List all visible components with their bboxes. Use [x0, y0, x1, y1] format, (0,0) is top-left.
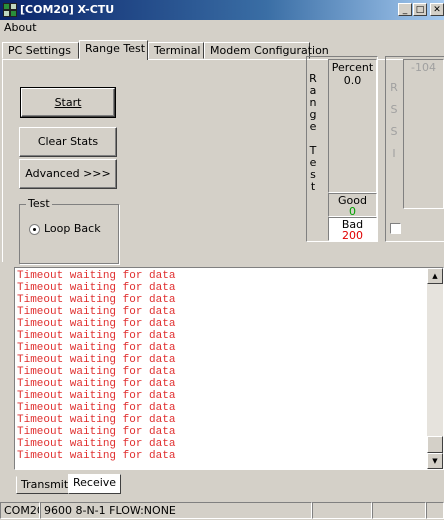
close-button[interactable]: ✕: [430, 3, 444, 16]
tab-transmit[interactable]: Transmit: [16, 476, 74, 494]
good-value: 0: [349, 205, 356, 218]
test-groupbox: Test Loop Back: [19, 197, 119, 264]
loop-back-label: Loop Back: [44, 222, 101, 235]
status-port: COM20: [0, 502, 40, 519]
clear-stats-button[interactable]: Clear Stats: [19, 127, 117, 157]
rssi-panel: -104: [403, 59, 444, 209]
log-line: Timeout waiting for data: [17, 306, 176, 318]
tab-receive[interactable]: Receive: [68, 474, 122, 494]
log-line: Timeout waiting for data: [17, 330, 176, 342]
start-button-label: Start: [54, 96, 82, 109]
log-line: Timeout waiting for data: [17, 366, 176, 378]
percent-value: 0.0: [343, 74, 362, 87]
range-test-vertical-label: Ra ng e Te st: [309, 72, 317, 193]
log-line: Timeout waiting for data: [17, 282, 176, 294]
test-group-label: Test: [26, 197, 52, 210]
log-line: Timeout waiting for data: [17, 402, 176, 414]
log-line: Timeout waiting for data: [17, 426, 176, 438]
rssi-meter: RS SI -104: [385, 56, 444, 242]
status-panel-5: [426, 502, 444, 519]
bad-value: 200: [342, 229, 363, 242]
percent-panel: Percent 0.0: [328, 59, 377, 193]
start-button[interactable]: Start: [20, 87, 116, 118]
scroll-thumb[interactable]: [427, 436, 443, 453]
log-scrollbar[interactable]: ▲ ▼: [427, 268, 443, 469]
log-line: Timeout waiting for data: [17, 354, 176, 366]
log-line: Timeout waiting for data: [17, 414, 176, 426]
tab-pc-settings[interactable]: PC Settings: [2, 42, 79, 59]
scroll-down-icon[interactable]: ▼: [427, 453, 443, 469]
log-line: Timeout waiting for data: [17, 318, 176, 330]
title-bar[interactable]: [COM20] X-CTU _ □ ✕: [0, 0, 444, 20]
receive-log[interactable]: Timeout waiting for data Timeout waiting …: [14, 267, 444, 470]
log-lines: Timeout waiting for data Timeout waiting …: [15, 268, 443, 462]
log-line: Timeout waiting for data: [17, 438, 176, 450]
tab-modem-configuration[interactable]: Modem Configuration: [204, 42, 329, 59]
tab-terminal[interactable]: Terminal: [148, 42, 204, 59]
status-panel-4: [372, 502, 426, 519]
log-line: Timeout waiting for data: [17, 342, 176, 354]
rssi-value: -104: [411, 61, 436, 74]
rssi-vertical-label: RS SI: [390, 81, 398, 160]
tab-range-test[interactable]: Range Test: [79, 40, 148, 60]
window-title: [COM20] X-CTU: [20, 3, 115, 16]
bad-panel: Bad 200: [328, 217, 377, 241]
log-line: Timeout waiting for data: [17, 450, 176, 462]
minimize-button[interactable]: _: [398, 3, 412, 16]
xctu-app-icon: [3, 3, 17, 17]
rssi-checkbox[interactable]: [390, 223, 401, 234]
status-panel-3: [312, 502, 372, 519]
advanced-button[interactable]: Advanced >>>: [19, 159, 117, 189]
status-settings: 9600 8-N-1 FLOW:NONE: [40, 502, 312, 519]
maximize-button[interactable]: □: [413, 3, 427, 16]
loop-back-radio[interactable]: [29, 224, 40, 235]
log-line: Timeout waiting for data: [17, 294, 176, 306]
status-bar: COM20 9600 8-N-1 FLOW:NONE: [0, 500, 444, 520]
scroll-up-icon[interactable]: ▲: [427, 268, 443, 284]
range-test-panel: Start Clear Stats Advanced >>> Test Loop…: [2, 56, 444, 264]
log-line: Timeout waiting for data: [17, 378, 176, 390]
log-line: Timeout waiting for data: [17, 270, 176, 282]
range-test-meter: Ra ng e Te st Percent 0.0 Good 0 Bad 200: [306, 56, 378, 242]
percent-label: Percent: [331, 61, 374, 74]
log-line: Timeout waiting for data: [17, 390, 176, 402]
menu-about[interactable]: About: [4, 21, 37, 34]
menu-bar: About: [0, 20, 444, 36]
good-panel: Good 0: [328, 193, 377, 217]
